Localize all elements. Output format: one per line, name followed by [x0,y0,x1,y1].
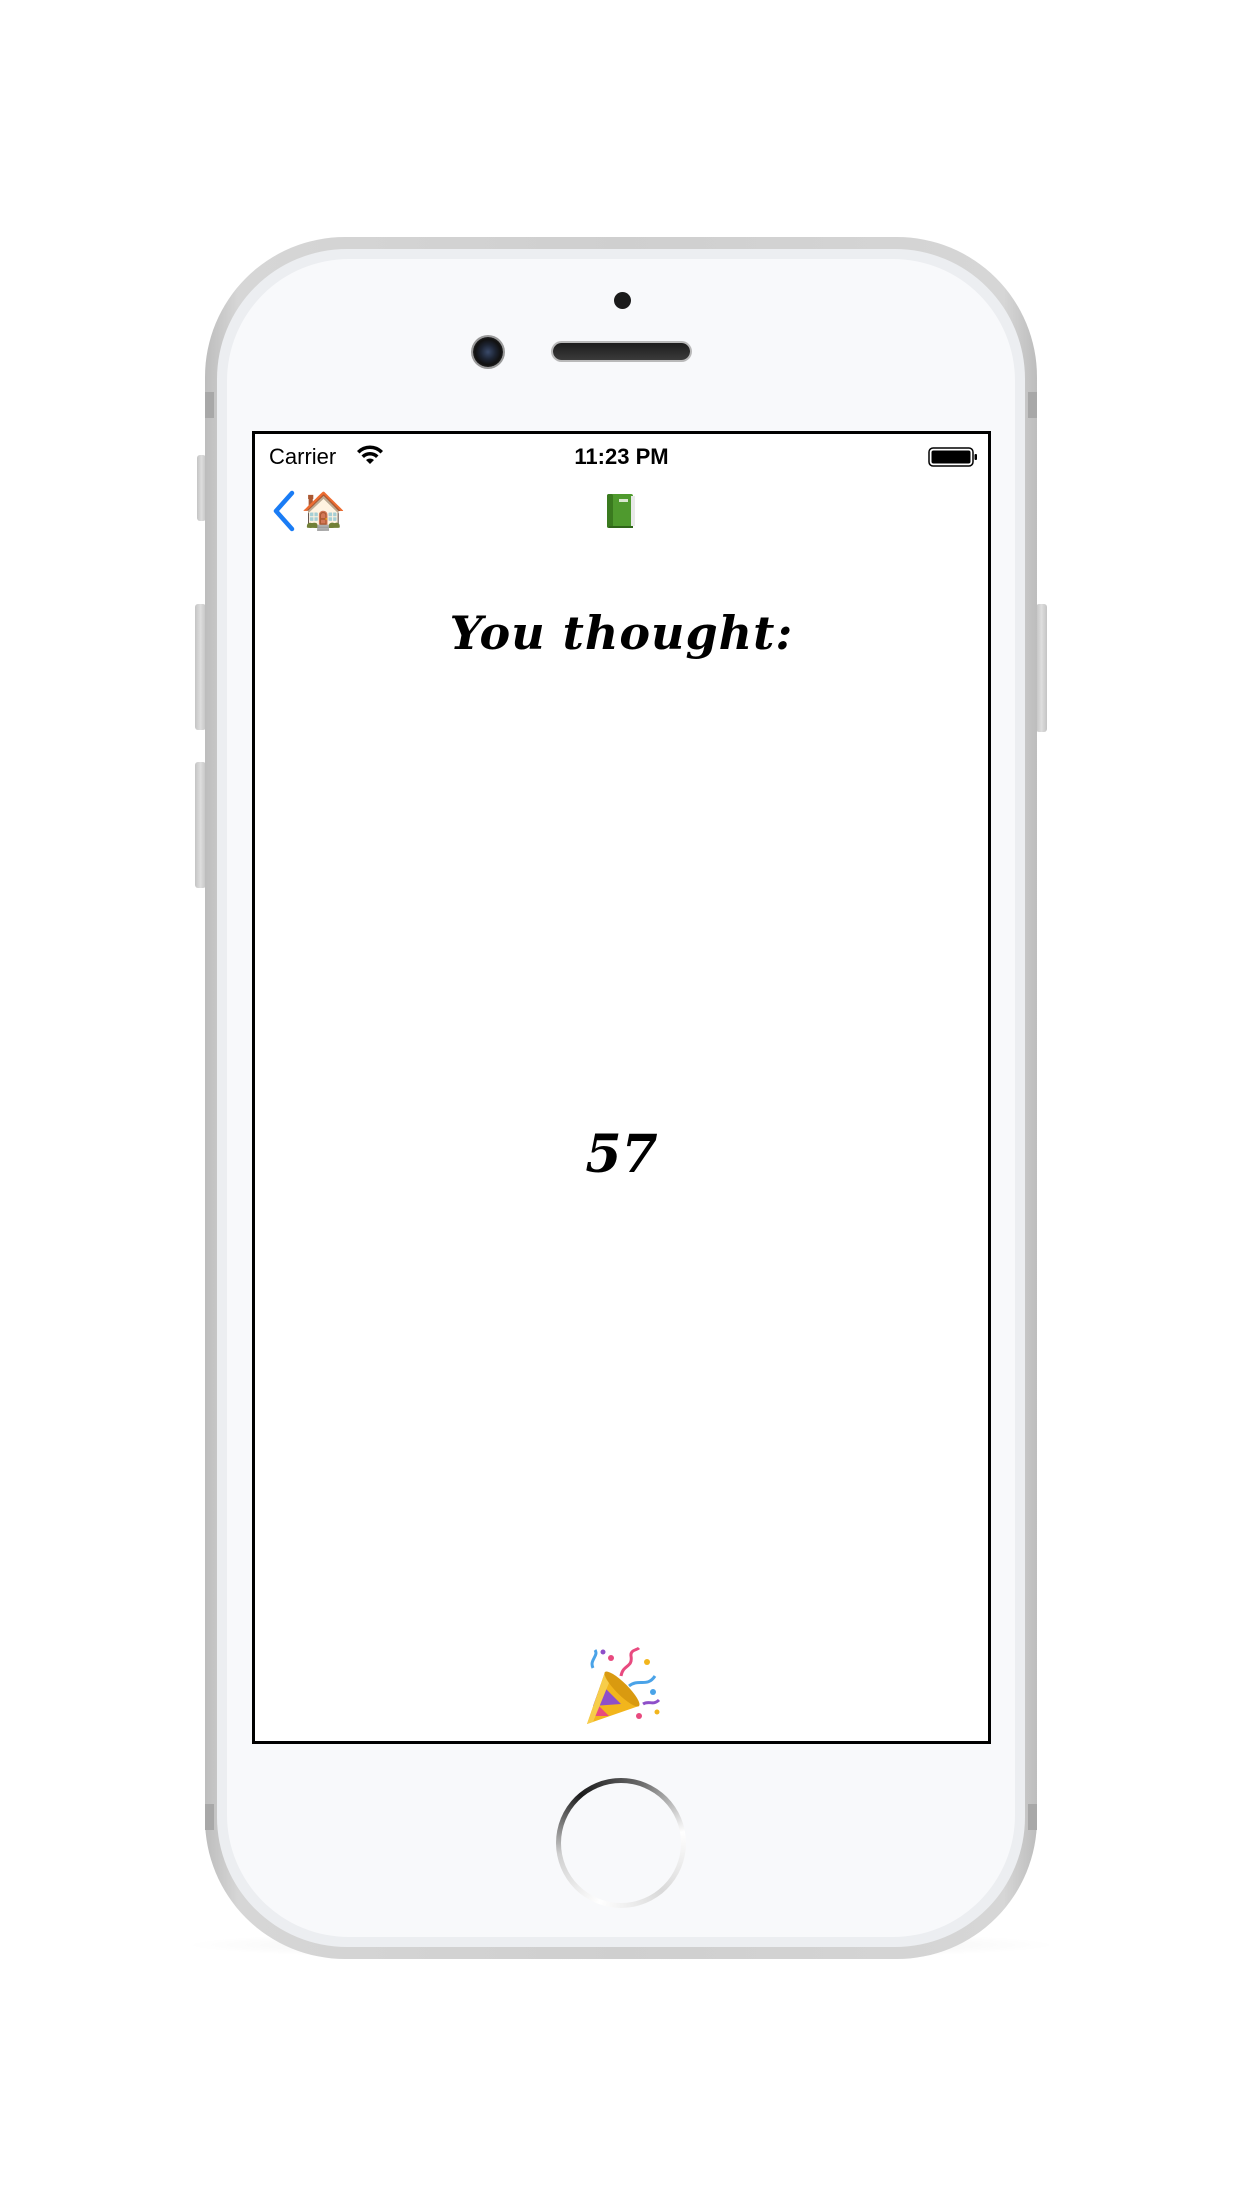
front-camera-icon [473,337,503,367]
proximity-sensor [614,292,631,309]
battery-icon [928,447,977,467]
status-time: 11:23 PM [574,444,669,469]
status-bar: Carrier 11:23 PM [255,434,988,480]
home-button[interactable] [556,1778,686,1908]
power-button [1036,604,1047,732]
party-popper-icon[interactable] [581,1646,663,1728]
back-home-button[interactable]: 🏠 [271,480,346,542]
guessed-number: 57 [585,1124,658,1185]
earpiece-speaker [553,343,690,360]
navigation-bar: 🏠 [255,480,988,542]
app-screen: Carrier 11:23 PM 🏠 You thought: 57 [252,431,991,1744]
result-heading: You thought: [449,606,794,660]
antenna-band [1028,1804,1037,1830]
stage: Carrier 11:23 PM 🏠 You thought: 57 [0,0,1242,2208]
house-icon: 🏠 [301,490,346,531]
green-book-icon[interactable] [605,492,637,530]
antenna-band [205,1804,214,1830]
antenna-band [205,392,214,418]
antenna-band [1028,392,1037,418]
chevron-left-icon [273,490,295,532]
